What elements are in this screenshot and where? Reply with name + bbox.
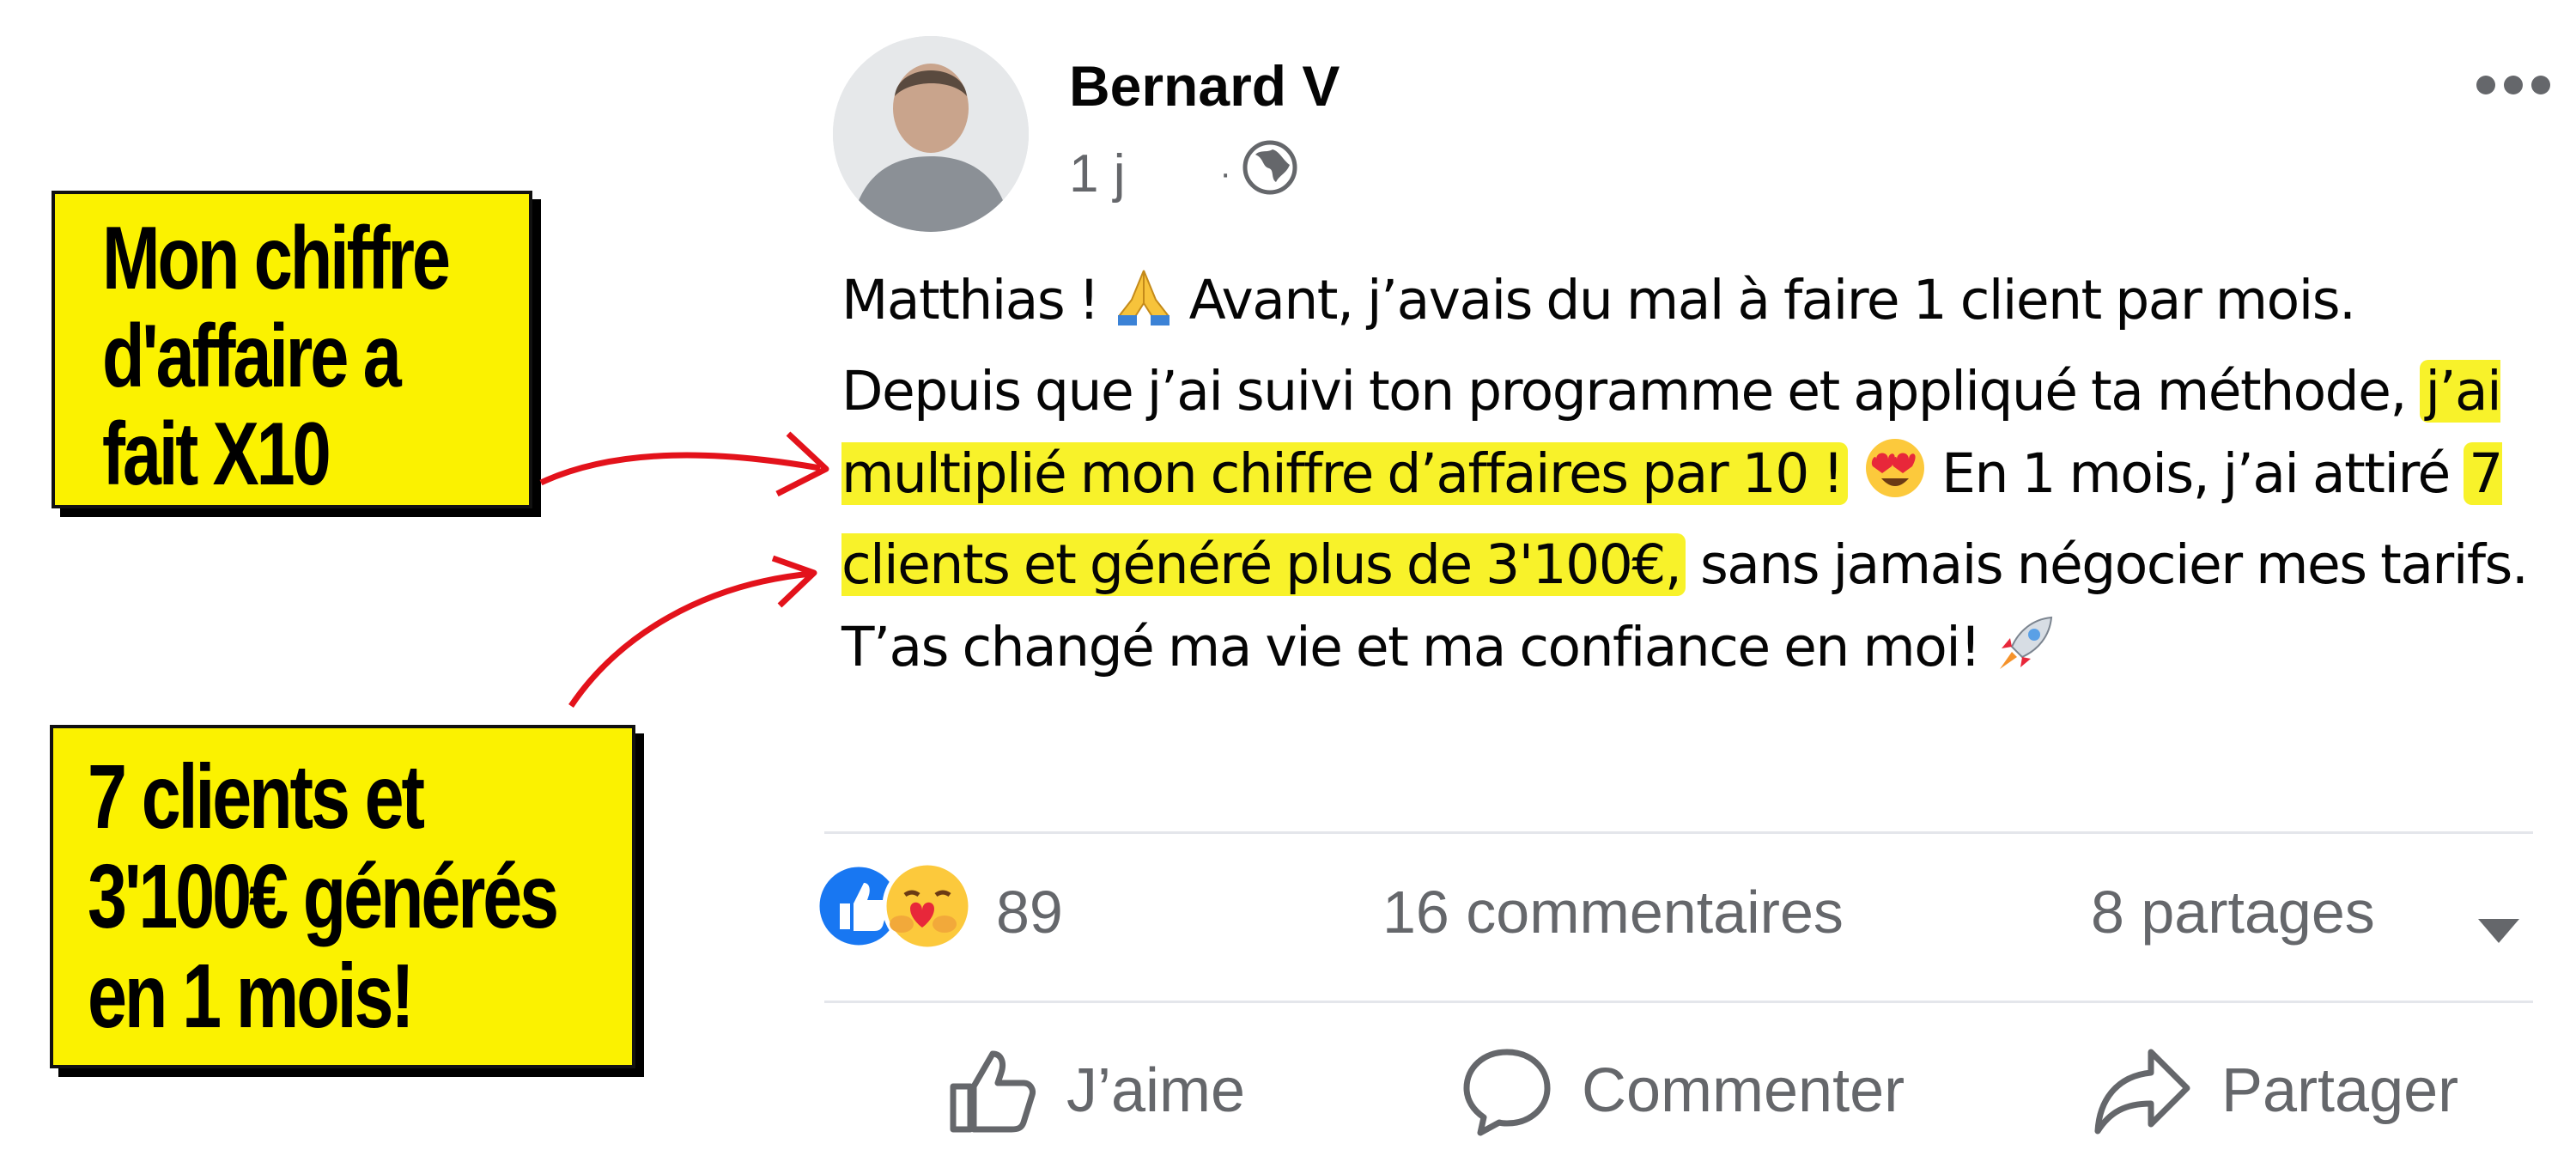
share-label: Partager (2221, 1056, 2459, 1125)
like-label: J’aime (1066, 1056, 1246, 1125)
reaction-count[interactable]: 89 (996, 878, 1063, 946)
post-text-part: Matthias ! (841, 269, 1114, 332)
caret-down-icon[interactable] (2475, 893, 2523, 962)
arrow-to-highlight-2 (568, 570, 812, 708)
post-actions: J’aime Commenter Partager (816, 1043, 2542, 1155)
author-avatar[interactable] (833, 36, 1029, 232)
author-name[interactable]: Bernard V (1069, 53, 1340, 119)
rocket-emoji (1995, 612, 2057, 697)
care-reaction-icon (882, 861, 973, 952)
comment-bubble-icon (1463, 1049, 1551, 1136)
share-count[interactable]: 8 partages (2091, 878, 2375, 946)
globe-icon (1242, 139, 1298, 209)
comment-label: Commenter (1582, 1056, 1905, 1125)
reaction-icons[interactable] (815, 859, 987, 967)
post-meta: 1 j · (1069, 139, 1298, 209)
post-body: Matthias ! Avant, j’avais du mal à faire… (841, 259, 2542, 697)
divider (824, 1001, 2533, 1003)
divider (824, 831, 2533, 834)
more-icon[interactable] (2476, 76, 2550, 94)
reaction-stats: 89 16 commentaires 8 partages (815, 859, 2542, 953)
heart-eyes-emoji (1862, 435, 1928, 524)
comment-button[interactable]: Commenter (1460, 1043, 1905, 1138)
arrow-to-highlight-1 (539, 452, 821, 486)
comment-count[interactable]: 16 commentaires (1382, 878, 1844, 946)
thumbs-up-icon (950, 1050, 1036, 1133)
pray-emoji (1113, 265, 1175, 350)
meta-separator: · (1219, 155, 1231, 192)
like-button[interactable]: J’aime (945, 1043, 1245, 1138)
post-time[interactable]: 1 j (1069, 143, 1125, 204)
share-arrow-icon (2094, 1049, 2190, 1135)
post-text-part: En 1 mois, j’ai attiré (1927, 442, 2464, 505)
share-button[interactable]: Partager (2091, 1043, 2458, 1138)
